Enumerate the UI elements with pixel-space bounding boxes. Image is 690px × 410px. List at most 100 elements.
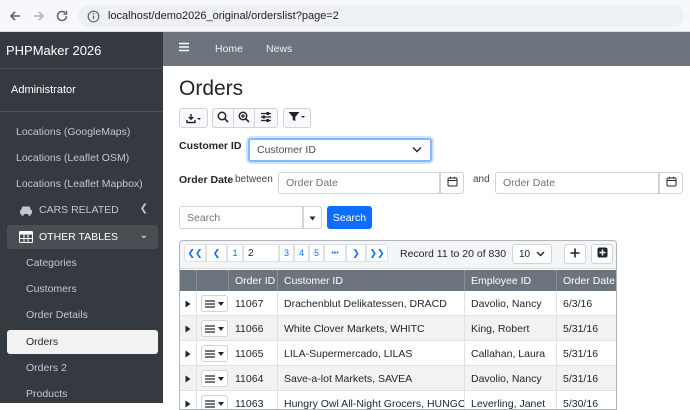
- last-page-button[interactable]: ❯❯: [366, 244, 388, 262]
- cell-employee-id: Callahan, Laura: [465, 341, 557, 366]
- sidebar-item-label: OTHER TABLES: [39, 231, 118, 243]
- header-order-date[interactable]: Order Date: [557, 270, 616, 291]
- order-date-to-input[interactable]: Order Date: [495, 172, 659, 194]
- more-pages-link[interactable]: •••: [324, 244, 346, 262]
- page-size-select[interactable]: 10: [512, 244, 552, 264]
- sidebar-item-label: Customers: [26, 283, 77, 295]
- orders-grid: ❮❮ ❮ 1 2 3 4 5 ••• ❯ ❯❯ Record 11 to 20 …: [179, 240, 617, 410]
- sidebar-item-orders[interactable]: Orders: [7, 330, 158, 354]
- cell-employee-id: Davolio, Nancy: [465, 366, 557, 391]
- chevrons-right-icon: ❯❯: [369, 247, 385, 258]
- expand-row-icon[interactable]: [180, 391, 197, 409]
- nav-news-link[interactable]: News: [266, 43, 292, 55]
- search-icon: [217, 111, 229, 126]
- sidebar-item-label: Orders 2: [26, 362, 67, 374]
- sidebar-item-label: Products: [26, 388, 68, 400]
- sidebar-item-categories[interactable]: Categories: [7, 251, 158, 275]
- expand-row-icon[interactable]: [180, 316, 197, 341]
- sidebar-group-other-tables[interactable]: OTHER TABLES ⌄: [7, 225, 158, 249]
- page-4-link[interactable]: 4: [294, 244, 309, 262]
- filter-icon: [288, 111, 306, 125]
- cell-employee-id: Leverling, Janet: [465, 391, 557, 409]
- sidebar-item-locations-leaflet-mapbox[interactable]: Locations (Leaflet Mapbox): [7, 172, 158, 196]
- search-input[interactable]: Search: [179, 206, 303, 229]
- advanced-search-button[interactable]: [233, 108, 255, 128]
- chevrons-left-icon: ❮❮: [187, 247, 203, 258]
- row-actions-button[interactable]: [201, 345, 228, 362]
- between-label: between: [235, 174, 273, 185]
- next-page-button[interactable]: ❯: [346, 244, 366, 262]
- header-order-id[interactable]: Order ID: [229, 270, 278, 291]
- calendar-button[interactable]: [440, 172, 464, 194]
- cell-order-date: 5/30/16: [563, 397, 599, 410]
- cell-customer-id: White Clover Markets, WHITC: [278, 316, 465, 341]
- first-page-button[interactable]: ❮❮: [184, 244, 206, 262]
- chevron-down-icon: [412, 144, 422, 156]
- table-row: 11063 Hungry Owl All-Night Grocers, HUNG…: [180, 391, 616, 410]
- header-employee-id[interactable]: Employee ID: [465, 270, 557, 291]
- sidebar-group-cars-related[interactable]: CARS RELATED ❮: [7, 198, 158, 222]
- expand-row-icon[interactable]: [180, 341, 197, 366]
- search-button[interactable]: Search: [327, 206, 372, 229]
- sidebar-item-locations-leaflet-osm[interactable]: Locations (Leaflet OSM): [7, 146, 158, 170]
- main-content: Orders Customer ID Customer ID Order Dat…: [163, 66, 690, 410]
- customer-id-select[interactable]: Customer ID: [248, 138, 432, 162]
- expand-row-icon[interactable]: [180, 291, 197, 316]
- brand-link[interactable]: PHPMaker 2026: [0, 32, 163, 69]
- header-customer-id[interactable]: Customer ID: [278, 270, 465, 291]
- cell-order-date: 5/31/16: [563, 347, 599, 360]
- sidebar-item-customers[interactable]: Customers: [7, 277, 158, 301]
- search-type-dropdown[interactable]: [303, 206, 322, 229]
- page-number-input[interactable]: 2: [243, 244, 279, 262]
- pager-bar: ❮❮ ❮ 1 2 3 4 5 ••• ❯ ❯❯ Record 11 to 20 …: [180, 241, 616, 269]
- calendar-button[interactable]: [659, 172, 683, 194]
- inline-add-button[interactable]: [591, 244, 613, 264]
- sidebar-item-orders-2[interactable]: Orders 2: [7, 356, 158, 380]
- zoom-in-icon: [238, 111, 250, 126]
- sidebar-item-label: Order Details: [26, 309, 88, 321]
- customer-id-label: Customer ID: [179, 140, 242, 152]
- address-bar[interactable]: localhost/demo2026_original/orderslist?p…: [78, 5, 684, 27]
- row-actions-button[interactable]: [201, 295, 228, 312]
- cell-order-date: 5/31/16: [563, 372, 599, 385]
- sidebar-item-products[interactable]: Products: [7, 382, 158, 406]
- site-info-icon[interactable]: [84, 7, 102, 25]
- sidebar-item-order-details[interactable]: Order Details: [7, 303, 158, 327]
- nav-home-link[interactable]: Home: [215, 43, 243, 55]
- reload-icon[interactable]: [53, 7, 71, 25]
- expand-row-icon[interactable]: [180, 366, 197, 391]
- sidebar-item-label: Orders: [26, 336, 59, 348]
- page-1-link[interactable]: 1: [227, 244, 243, 262]
- search-options-button[interactable]: [254, 108, 278, 128]
- table-row: 11065 LILA-Supermercado, LILAS Callahan,…: [180, 341, 616, 366]
- page-3-link[interactable]: 3: [279, 244, 294, 262]
- table-icon: [18, 230, 34, 244]
- search-toggle-button[interactable]: [212, 108, 234, 128]
- sidebar-item-label: Locations (Leaflet Mapbox): [16, 178, 143, 190]
- prev-page-button[interactable]: ❮: [206, 244, 227, 262]
- table-row: 11066 White Clover Markets, WHITC King, …: [180, 316, 616, 341]
- calendar-icon: [666, 176, 677, 190]
- back-icon[interactable]: [6, 7, 24, 25]
- export-button[interactable]: [179, 108, 208, 128]
- menu-toggle-icon[interactable]: [178, 41, 194, 57]
- header-expand-col: [180, 270, 197, 291]
- chevron-down-icon: [536, 249, 545, 260]
- forward-icon[interactable]: [30, 7, 48, 25]
- order-date-from-input[interactable]: Order Date: [278, 172, 440, 194]
- page-title: Orders: [179, 77, 244, 100]
- sidebar-item-label: Categories: [26, 257, 77, 269]
- chevron-left-icon: ❮: [212, 247, 221, 258]
- row-actions-button[interactable]: [201, 370, 228, 387]
- cell-customer-id: Drachenblut Delikatessen, DRACD: [278, 291, 465, 316]
- cell-employee-id: Davolio, Nancy: [465, 291, 557, 316]
- page-5-link[interactable]: 5: [309, 244, 324, 262]
- record-info: Record 11 to 20 of 830: [400, 248, 507, 260]
- sidebar-item-locations-googlemaps[interactable]: Locations (GoogleMaps): [7, 120, 158, 144]
- add-record-button[interactable]: [564, 244, 586, 264]
- customer-id-select-value: Customer ID: [257, 144, 316, 156]
- filter-button[interactable]: [283, 108, 311, 128]
- cell-employee-id: King, Robert: [465, 316, 557, 341]
- row-actions-button[interactable]: [201, 320, 228, 337]
- user-panel[interactable]: Administrator: [0, 69, 163, 112]
